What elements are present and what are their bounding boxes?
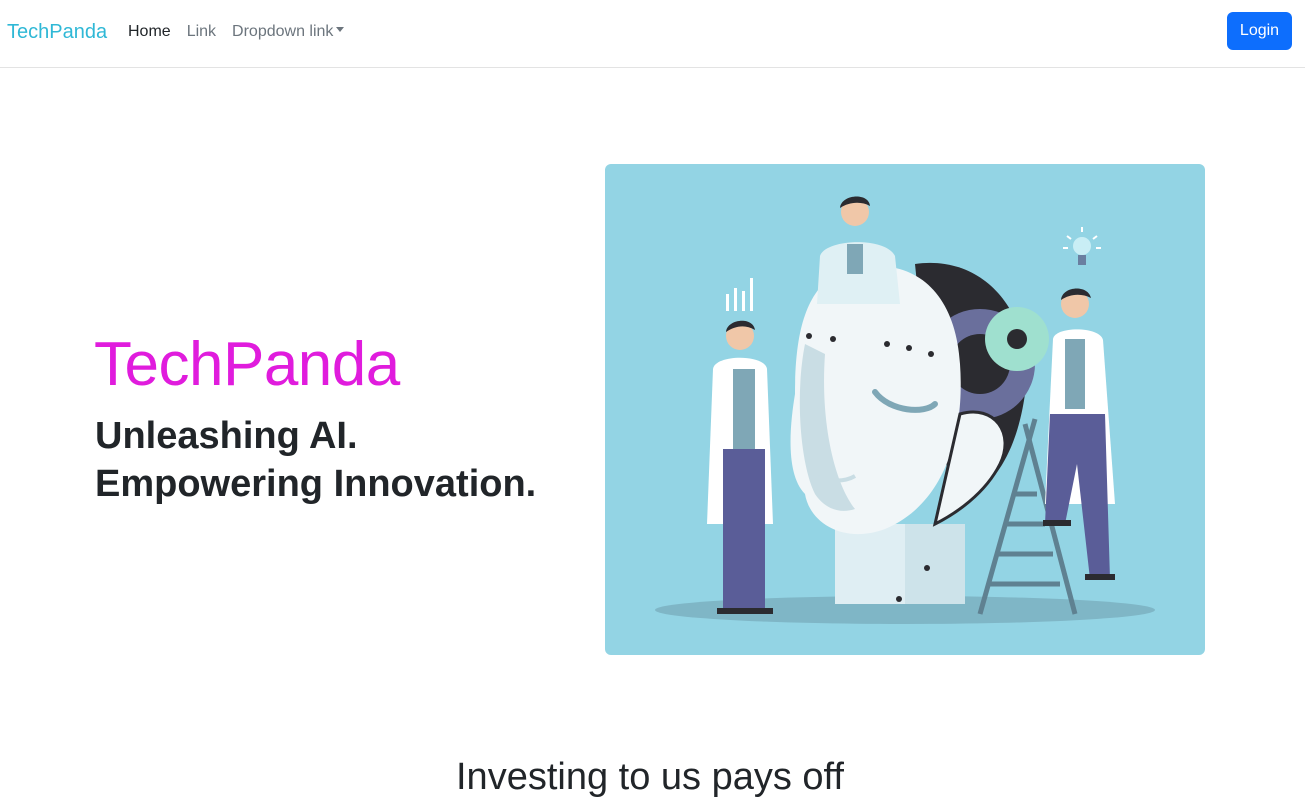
hero-subtitle-line-2: Empowering Innovation. (95, 463, 537, 505)
lightbulb-icon (1063, 227, 1101, 265)
nav-link-link[interactable]: Link (187, 21, 216, 43)
robot-head-scientists-illustration (655, 196, 1155, 624)
gear-icon (985, 307, 1049, 371)
hero-title: TechPanda (94, 330, 400, 399)
bar-chart-icon (726, 278, 753, 311)
login-button[interactable]: Login (1227, 12, 1292, 50)
hero-illustration (605, 164, 1205, 655)
scientist-top (817, 196, 900, 304)
brand-logo-link[interactable]: TechPanda (7, 19, 107, 45)
scientist-left (707, 320, 773, 614)
hero-subtitle-line-1: Unleashing AI. (95, 415, 358, 457)
nav-links: Home Link Dropdown link (128, 21, 360, 43)
section-heading: Investing to us pays off (456, 756, 844, 798)
navbar: TechPanda Home Link Dropdown link Login (0, 0, 1305, 68)
nav-dropdown-label: Dropdown link (232, 23, 334, 40)
caret-down-icon (336, 27, 345, 33)
nav-link-home[interactable]: Home (128, 21, 171, 43)
nav-link-dropdown[interactable]: Dropdown link (232, 21, 345, 43)
hero-subtitle: Unleashing AI. Empowering Innovation. (95, 412, 536, 508)
